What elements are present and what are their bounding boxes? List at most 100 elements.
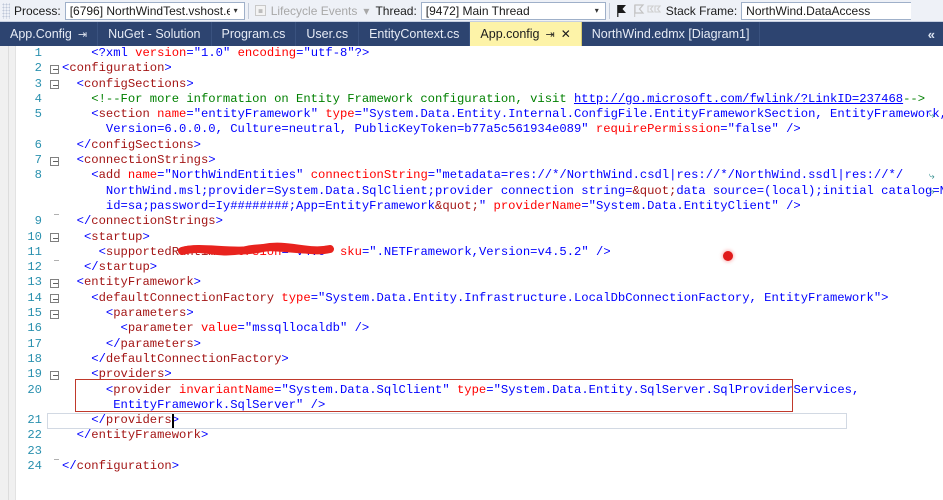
line-number: 16	[27, 321, 42, 336]
tab-program-cs[interactable]: Program.cs	[212, 22, 297, 46]
tab-nuget-solution[interactable]: NuGet - Solution	[98, 22, 212, 46]
fold-collapse-icon[interactable]	[50, 278, 59, 288]
code-token: <	[62, 244, 106, 259]
line-number: 3	[34, 76, 42, 91]
flag-outline-icon	[630, 2, 647, 20]
code-token: id=sa;password=Iy########;App=EntityFram…	[62, 198, 435, 213]
fold-collapse-icon[interactable]	[50, 80, 59, 90]
code-line[interactable]: 13 <entityFramework>	[16, 275, 943, 290]
code-line[interactable]: 22 </entityFramework>	[16, 428, 943, 443]
code-text-area[interactable]: 1 <?xml version="1.0" encoding="utf-8"?>…	[16, 46, 943, 500]
code-token: name	[127, 168, 158, 183]
process-combobox[interactable]: [6796] NorthWindTest.vshost.e: ▾	[64, 1, 245, 20]
code-line[interactable]: 16 <parameter value="mssqllocaldb" />	[16, 321, 943, 336]
code-token: <	[62, 290, 99, 305]
line-number: 2	[34, 61, 42, 76]
stack-frame-combobox[interactable]: NorthWind.DataAccess	[741, 1, 912, 20]
tab-northwind-edmx-diagram1[interactable]: NorthWind.edmx [Diagram1]	[582, 22, 761, 46]
tab-app-config-tool-window[interactable]: App.Config ⇥	[0, 22, 99, 46]
tab-user-cs[interactable]: User.cs	[296, 22, 360, 46]
code-token: <	[62, 168, 99, 183]
code-line-text: <parameter value="mssqllocaldb" />	[62, 321, 943, 336]
code-line[interactable]: 18 </defaultConnectionFactory>	[16, 352, 943, 367]
code-token: entityFramework	[83, 275, 194, 290]
pin-icon[interactable]: ⇥	[78, 28, 87, 41]
code-line[interactable]: 15 <parameters>	[16, 306, 943, 321]
code-line[interactable]: 14 <defaultConnectionFactory type="Syste…	[16, 291, 943, 306]
code-line-text: <configSections>	[62, 77, 943, 92]
code-line[interactable]: id=sa;password=Iy########;App=EntityFram…	[16, 199, 943, 214]
code-line[interactable]: 17 </parameters>	[16, 337, 943, 352]
text-caret	[172, 414, 174, 428]
close-icon[interactable]: ✕	[561, 27, 571, 41]
line-number: 11	[27, 244, 42, 259]
code-token: =	[581, 198, 589, 213]
code-line[interactable]: 11 <supportedRuntime version="v4.0" sku=…	[16, 245, 943, 260]
code-line[interactable]: 2 <configuration>	[16, 61, 943, 76]
code-token: <	[62, 229, 92, 244]
line-number: 1	[34, 46, 42, 60]
code-token: <	[62, 153, 84, 168]
code-line[interactable]: NorthWind.msl;provider=System.Data.SqlCl…	[16, 184, 943, 199]
code-line[interactable]: 5 <section name="entityFramework" type="…	[16, 107, 943, 122]
code-line[interactable]: 4 <!--For more information on Entity Fra…	[16, 92, 943, 107]
svg-text:■: ■	[258, 7, 263, 16]
pin-icon[interactable]: ⇥	[546, 28, 555, 41]
thread-combobox[interactable]: [9472] Main Thread ▾	[420, 1, 606, 20]
breakpoint-indicator-margin[interactable]	[0, 46, 16, 500]
code-line-text: </configuration>	[62, 459, 943, 474]
code-token: >	[186, 306, 194, 321]
code-line[interactable]: 10 <startup>	[16, 230, 943, 245]
fold-collapse-icon[interactable]	[50, 309, 59, 319]
code-line[interactable]: 24 </configuration>	[16, 459, 943, 474]
code-token: parameter	[127, 321, 201, 336]
code-token: NorthWind.msl;provider=System.Data.SqlCl…	[62, 183, 633, 198]
code-token: "metadata=res://*/NorthWind.csdl|res://*…	[435, 168, 904, 183]
code-token: add	[98, 168, 128, 183]
code-token: ".NETFramework,Version=v4.5.2"	[369, 244, 589, 259]
code-token: =	[186, 46, 194, 60]
code-token: >	[208, 153, 216, 168]
code-token: value	[200, 321, 238, 336]
code-token: =	[720, 122, 728, 137]
code-line[interactable]: 8 <add name = "NorthWindEntities" connecti…	[16, 168, 943, 183]
tab-app-config-active[interactable]: App.config ⇥ ✕	[470, 22, 582, 46]
line-number: 19	[27, 367, 42, 382]
fold-collapse-icon[interactable]	[50, 294, 59, 304]
code-token: =	[237, 321, 245, 336]
tab-entitycontext-cs[interactable]: EntityContext.cs	[359, 22, 471, 46]
code-token: entityFramework	[91, 428, 201, 443]
code-token: </	[62, 336, 121, 351]
code-token: </	[62, 214, 92, 229]
code-line-text: </connectionStrings>	[62, 214, 943, 229]
fold-collapse-icon[interactable]	[50, 64, 59, 74]
fold-collapse-icon[interactable]	[50, 233, 59, 243]
thread-label: Thread:	[375, 3, 417, 18]
tab-overflow-button[interactable]: «	[920, 22, 943, 46]
code-token: providerName	[493, 198, 582, 213]
code-line[interactable]: 6 </configSections>	[16, 138, 943, 153]
code-line[interactable]: 1 <?xml version="1.0" encoding="utf-8"?>	[16, 46, 943, 61]
xml-code-editor[interactable]: 1 <?xml version="1.0" encoding="utf-8"?>…	[0, 46, 943, 500]
code-line-text: <connectionStrings>	[62, 153, 943, 168]
line-number: 10	[27, 229, 42, 244]
toolbar-drag-handle[interactable]	[2, 2, 10, 19]
code-line[interactable]: 7 <connectionStrings>	[16, 153, 943, 168]
code-line[interactable]: 12 </startup>	[16, 260, 943, 275]
red-dot-annotation	[723, 251, 733, 261]
code-line[interactable]: 3 <configSections>	[16, 77, 943, 92]
code-line[interactable]: 9 </connectionStrings>	[16, 214, 943, 229]
code-line[interactable]: 23	[16, 444, 943, 459]
fold-collapse-icon[interactable]	[50, 370, 59, 380]
code-line-text: <parameters>	[62, 306, 943, 321]
code-line-text: <entityFramework>	[62, 275, 943, 290]
code-line[interactable]: Version=6.0.0.0, Culture=neutral, Public…	[16, 122, 943, 137]
code-token: >	[186, 76, 194, 91]
flag-icon[interactable]	[613, 2, 630, 20]
fold-collapse-icon[interactable]	[50, 156, 59, 166]
code-token[interactable]: http://go.microsoft.com/fwlink/?LinkID=2…	[574, 92, 903, 106]
code-token: </	[62, 459, 77, 474]
